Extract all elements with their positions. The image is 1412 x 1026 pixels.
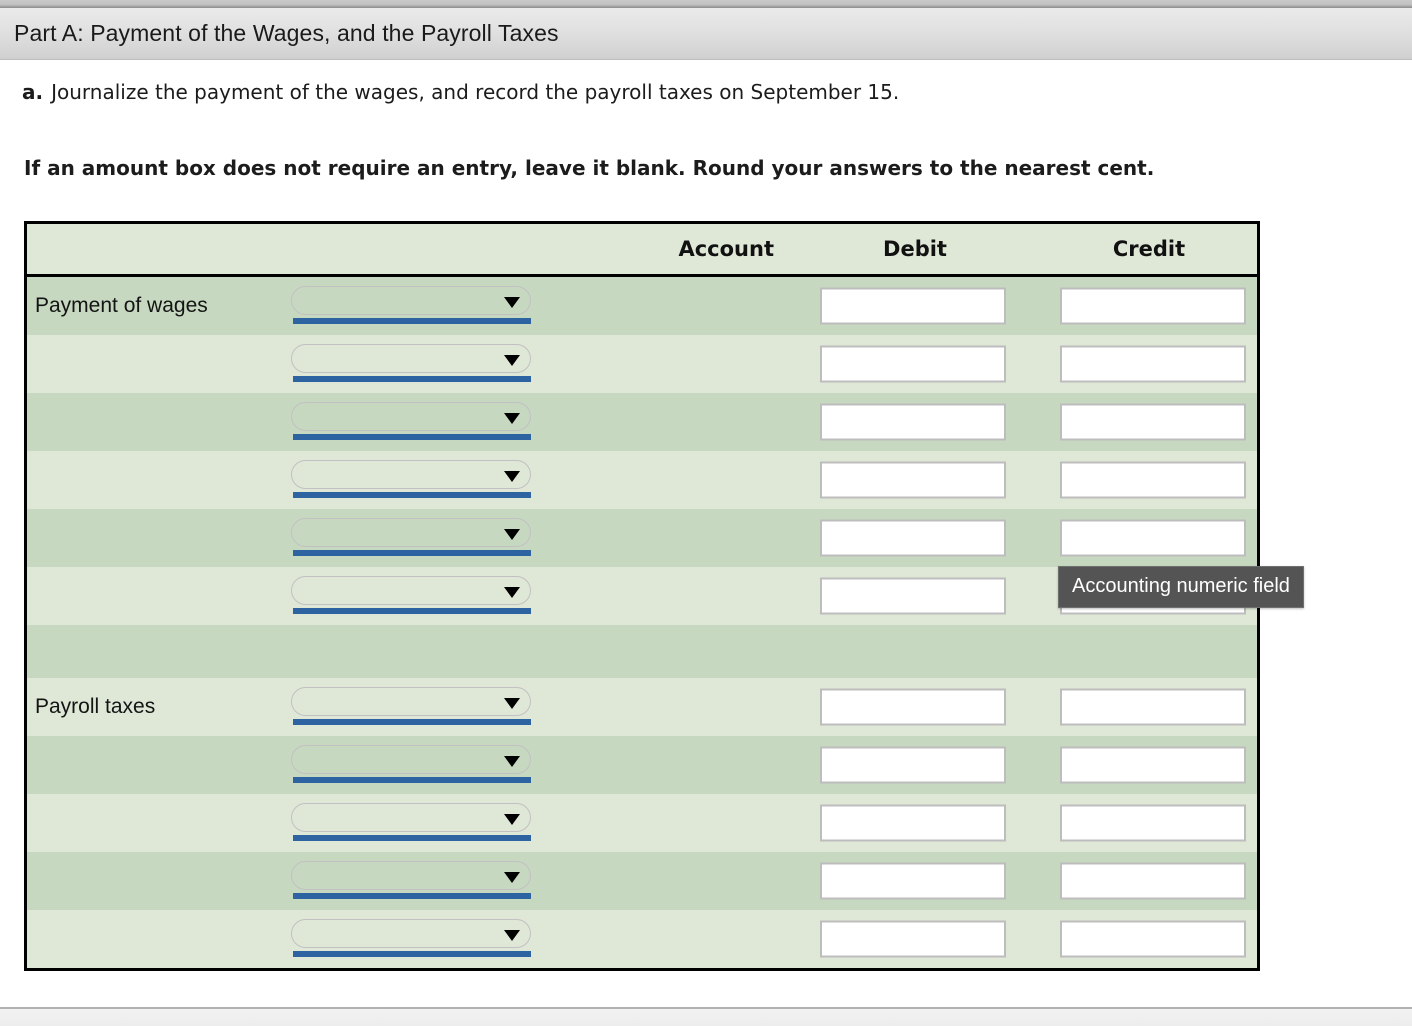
table-row <box>27 393 1257 451</box>
table-row <box>27 451 1257 509</box>
credit-input[interactable] <box>1060 804 1246 842</box>
debit-input[interactable] <box>820 345 1006 383</box>
header-cell-credit: Credit <box>1112 237 1186 261</box>
account-select[interactable] <box>291 919 531 948</box>
header-cell-account: Account <box>678 237 774 261</box>
account-select[interactable] <box>291 803 531 832</box>
account-select-wrapper <box>291 745 531 785</box>
account-select-underline <box>293 550 531 556</box>
chevron-down-icon[interactable] <box>504 355 520 366</box>
debit-input[interactable] <box>820 287 1006 325</box>
debit-input[interactable] <box>820 688 1006 726</box>
table-row: Payment of wages <box>27 277 1257 335</box>
question-text: Journalize the payment of the wages, and… <box>51 80 900 104</box>
debit-input[interactable] <box>820 920 1006 958</box>
credit-input[interactable] <box>1060 403 1246 441</box>
credit-cell <box>1043 625 1257 678</box>
account-select[interactable] <box>291 518 531 547</box>
account-select[interactable] <box>291 402 531 431</box>
chevron-down-icon[interactable] <box>504 872 520 883</box>
chevron-down-icon[interactable] <box>504 297 520 308</box>
account-select[interactable] <box>291 745 531 774</box>
account-select-wrapper <box>291 518 531 558</box>
account-select-underline <box>293 951 531 957</box>
account-select-underline <box>293 608 531 614</box>
credit-input[interactable] <box>1060 461 1246 499</box>
journal-table-body: Payment of wages Payroll taxes <box>27 277 1257 968</box>
row-label-cell: Payroll taxes <box>27 695 269 719</box>
table-row <box>27 736 1257 794</box>
section-header: Part A: Payment of the Wages, and the Pa… <box>0 8 1412 60</box>
table-row <box>27 852 1257 910</box>
account-select-underline <box>293 376 531 382</box>
credit-input[interactable] <box>1060 862 1246 900</box>
table-row <box>27 335 1257 393</box>
account-select-wrapper <box>291 687 531 727</box>
account-select[interactable] <box>291 286 531 315</box>
table-spacer-row <box>27 625 1257 678</box>
chevron-down-icon[interactable] <box>504 756 520 767</box>
account-select-wrapper <box>291 803 531 843</box>
instruction-note: If an amount box does not require an ent… <box>24 156 1155 180</box>
chevron-down-icon[interactable] <box>504 814 520 825</box>
table-row <box>27 910 1257 968</box>
account-select[interactable] <box>291 861 531 890</box>
chevron-down-icon[interactable] <box>504 413 520 424</box>
credit-input[interactable] <box>1060 519 1246 557</box>
table-row <box>27 509 1257 567</box>
account-select-wrapper <box>291 402 531 442</box>
account-select[interactable] <box>291 460 531 489</box>
credit-input[interactable] <box>1060 920 1246 958</box>
credit-input[interactable] <box>1060 746 1246 784</box>
window-top-shadow <box>0 0 1412 8</box>
row-label: Payroll taxes <box>35 695 156 718</box>
debit-input[interactable] <box>820 461 1006 499</box>
account-select[interactable] <box>291 344 531 373</box>
table-header-row: Account Debit Credit <box>27 224 1257 277</box>
account-cell <box>269 625 793 678</box>
credit-input[interactable] <box>1060 688 1246 726</box>
account-select-wrapper <box>291 460 531 500</box>
account-select-wrapper <box>291 919 531 959</box>
debit-input[interactable] <box>820 519 1006 557</box>
header-cell-debit: Debit <box>883 237 947 261</box>
account-select-underline <box>293 719 531 725</box>
account-select-wrapper <box>291 861 531 901</box>
bottom-bar <box>0 1009 1412 1026</box>
question-label: a. <box>22 80 44 104</box>
section-header-title: Part A: Payment of the Wages, and the Pa… <box>14 20 559 46</box>
row-label-cell: Payment of wages <box>27 294 269 318</box>
chevron-down-icon[interactable] <box>504 471 520 482</box>
account-select[interactable] <box>291 687 531 716</box>
account-select-wrapper <box>291 576 531 616</box>
row-label-cell <box>27 625 269 678</box>
account-select-underline <box>293 318 531 324</box>
debit-input[interactable] <box>820 804 1006 842</box>
chevron-down-icon[interactable] <box>504 698 520 709</box>
account-select[interactable] <box>291 576 531 605</box>
question-line: a. Journalize the payment of the wages, a… <box>22 80 899 104</box>
account-select-wrapper <box>291 344 531 384</box>
chevron-down-icon[interactable] <box>504 930 520 941</box>
account-select-wrapper <box>291 286 531 326</box>
chevron-down-icon[interactable] <box>504 587 520 598</box>
debit-input[interactable] <box>820 746 1006 784</box>
debit-input[interactable] <box>820 862 1006 900</box>
row-label: Payment of wages <box>35 294 208 317</box>
table-row <box>27 794 1257 852</box>
debit-input[interactable] <box>820 403 1006 441</box>
account-select-underline <box>293 835 531 841</box>
credit-input[interactable] <box>1060 287 1246 325</box>
tooltip-accounting-numeric-field: Accounting numeric field <box>1058 566 1304 608</box>
account-select-underline <box>293 893 531 899</box>
credit-input[interactable] <box>1060 345 1246 383</box>
account-select-underline <box>293 777 531 783</box>
account-select-underline <box>293 492 531 498</box>
table-row: Payroll taxes <box>27 678 1257 736</box>
chevron-down-icon[interactable] <box>504 529 520 540</box>
page-root: Part A: Payment of the Wages, and the Pa… <box>0 0 1412 1026</box>
debit-cell <box>793 625 1043 678</box>
account-select-underline <box>293 434 531 440</box>
debit-input[interactable] <box>820 577 1006 615</box>
